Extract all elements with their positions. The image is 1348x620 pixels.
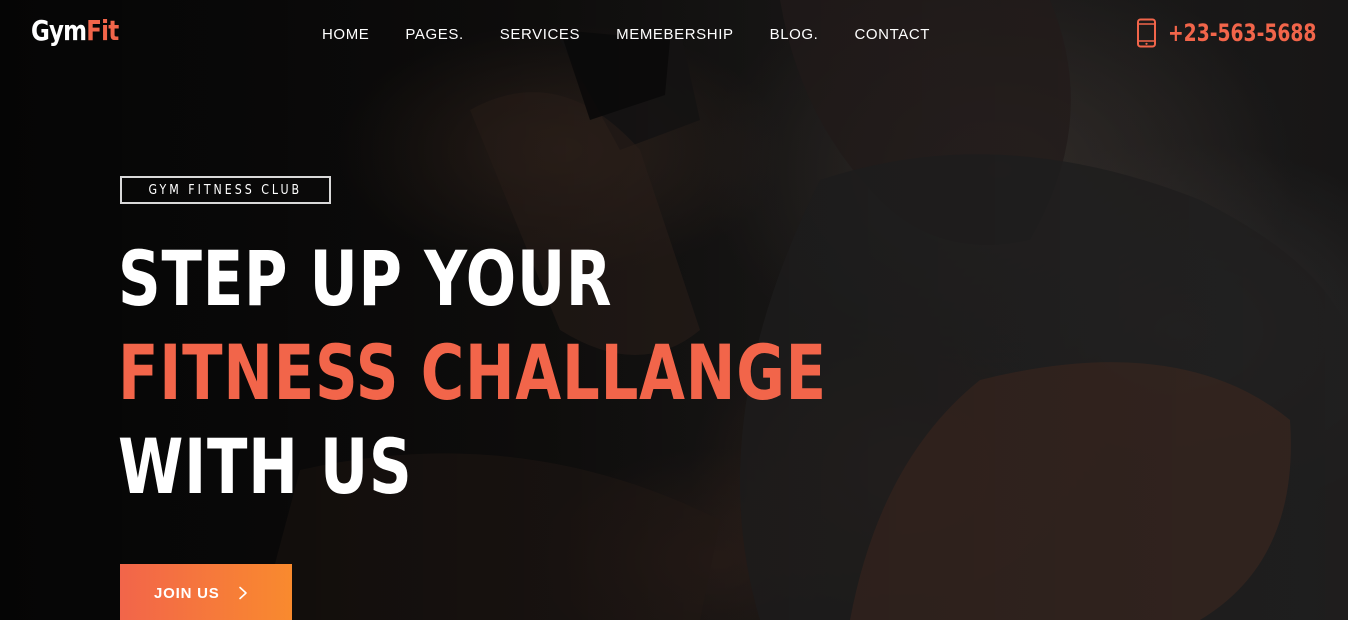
nav-item-membership[interactable]: MEMEBERSHIP <box>616 26 733 43</box>
nav-item-services[interactable]: SERVICES <box>500 26 580 43</box>
phone-icon <box>1137 18 1156 48</box>
hero-headline: STEP UP YOUR FITNESS CHALLANGE WITH US <box>118 232 827 514</box>
nav-item-contact[interactable]: CONTACT <box>854 26 930 43</box>
phone-number[interactable]: +23-563-5688 <box>1168 19 1316 47</box>
headline-line-1: STEP UP YOUR <box>118 234 613 323</box>
brand-logo[interactable]: GymFit <box>31 14 119 47</box>
headline-line-2: FITNESS CHALLANGE <box>118 328 827 417</box>
join-us-label: JOIN US <box>154 584 220 602</box>
header-phone[interactable]: +23-563-5688 <box>1136 18 1318 48</box>
logo-text-gym: Gym <box>31 14 87 47</box>
main-nav: HOME PAGES. SERVICES MEMEBERSHIP BLOG. C… <box>322 26 966 43</box>
hero-section: GymFit HOME PAGES. SERVICES MEMEBERSHIP … <box>0 0 1348 620</box>
nav-item-pages[interactable]: PAGES. <box>405 26 463 43</box>
headline-line-3: WITH US <box>118 422 413 511</box>
hero-tag: GYM FITNESS CLUB <box>120 176 331 204</box>
chevron-right-icon <box>238 586 247 600</box>
logo-text-fit: Fit <box>86 14 119 47</box>
nav-item-blog[interactable]: BLOG. <box>770 26 819 43</box>
hero-tag-label: GYM FITNESS CLUB <box>148 182 303 198</box>
nav-item-home[interactable]: HOME <box>322 26 369 43</box>
join-us-button[interactable]: JOIN US <box>120 564 292 620</box>
